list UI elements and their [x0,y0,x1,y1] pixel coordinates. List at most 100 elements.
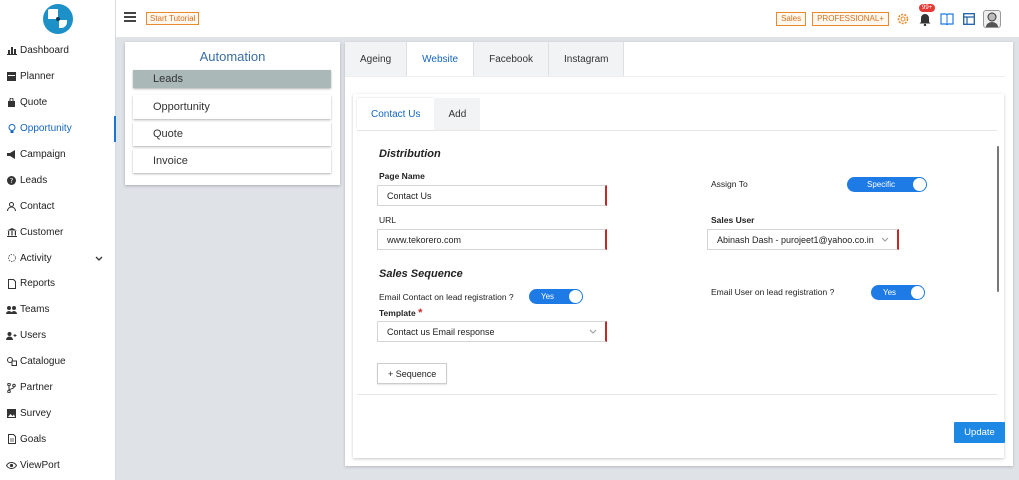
update-button[interactable]: Update [954,422,1005,443]
shapes-icon [6,356,17,367]
form-scrollbar[interactable] [997,146,999,292]
document-icon [6,278,17,289]
tab-instagram[interactable]: Instagram [549,42,625,76]
sidebar-item-label: ViewPort [20,459,60,471]
chevron-down-icon[interactable] [95,253,103,263]
settings-gear-icon[interactable] [895,11,911,27]
sidebar-item-catalogue[interactable]: Catalogue [0,349,115,375]
url-input[interactable]: www.tekorero.com [377,229,607,250]
sidebar-item-users[interactable]: Users [0,323,115,349]
required-marker: * [418,307,423,319]
sidebar-item-activity[interactable]: Activity [0,245,115,271]
automation-item-invoice[interactable]: Invoice [133,149,331,173]
sales-user-select[interactable]: Abinash Dash - purojeet1@yahoo.co.in [707,229,899,250]
automation-item-opportunity[interactable]: Opportunity [133,95,331,119]
sidebar-item-label: Activity [20,252,52,264]
sidebar-item-label: Survey [20,407,52,419]
form-subtabs: Contact Us Add [357,98,481,130]
sidebar-item-teams[interactable]: Teams [0,297,115,323]
sidebar-item-label: Users [20,330,47,342]
page-name-input[interactable]: Contact Us [377,185,607,206]
page-name-label: Page Name [379,171,425,181]
notification-badge: 99+ [919,4,936,12]
sidebar-item-contact[interactable]: Contact [0,193,115,219]
sidebar-item-label: Leads [20,174,48,186]
user-plus-icon [6,330,17,341]
email-user-toggle[interactable]: Yes [871,285,925,300]
top-header: Start Tutorial Sales PROFESSIONAL+ 99+ [116,0,1019,38]
sidebar-item-campaign[interactable]: Campaign [0,142,115,168]
bank-icon [6,227,17,238]
sidebar-item-dashboard[interactable]: Dashboard [0,38,115,64]
sidebar-item-leads[interactable]: ? Leads [0,167,115,193]
book-icon[interactable] [939,11,955,27]
template-label: Template * [379,307,422,319]
tab-website[interactable]: Website [407,42,475,76]
tab-ageing[interactable]: Ageing [345,42,408,76]
sidebar-item-label: Reports [20,278,56,290]
add-sequence-button[interactable]: + Sequence [377,363,448,384]
sidebar-item-quote[interactable]: Quote [0,90,115,116]
sidebar-item-label: Teams [20,304,50,316]
sidebar-item-goals[interactable]: Goals [0,426,115,452]
notification-bell-icon[interactable]: 99+ [917,4,936,27]
subtabs-divider [357,130,997,131]
menu-toggle-icon[interactable] [124,12,136,22]
form-divider [357,394,997,395]
assign-to-toggle[interactable]: Specific [847,177,927,192]
toggle-knob [913,178,926,191]
sidebar-item-label: Catalogue [20,356,66,368]
sidebar-item-label: Opportunity [20,123,72,135]
email-contact-toggle[interactable]: Yes [529,289,583,304]
sidebar-item-viewport[interactable]: ViewPort [0,452,115,478]
question-circle-icon: ? [6,175,17,186]
website-form-card: Contact Us Add Distribution Page Name Co… [353,94,1004,458]
sidebar-item-label: Planner [20,71,55,83]
subtab-add[interactable]: Add [434,98,481,130]
sidebar-item-label: Campaign [20,149,66,160]
tab-facebook[interactable]: Facebook [474,42,550,76]
subtab-contact-us[interactable]: Contact Us [357,98,435,130]
sidebar-item-customer[interactable]: Customer [0,219,115,245]
automation-item-leads[interactable]: Leads [133,70,331,88]
automation-title: Automation [199,49,266,64]
sidebar-item-opportunity[interactable]: Opportunity [0,115,116,142]
user-avatar[interactable] [983,10,1001,28]
sidebar-item-reports[interactable]: Reports [0,271,115,297]
email-contact-value: Yes [541,292,555,301]
sidebar-item-label: Quote [20,97,48,109]
sales-user-value: Abinash Dash - purojeet1@yahoo.co.in [717,234,874,245]
url-label: URL [379,215,397,225]
sidebar-item-label: Partner [20,382,53,394]
automation-panel: Automation Leads Opportunity Quote Invoi… [125,42,340,185]
assign-to-label: Assign To [711,179,748,189]
sidebar-item-partner[interactable]: Partner [0,375,115,401]
start-tutorial-button[interactable]: Start Tutorial [146,12,200,25]
layout-icon[interactable] [961,11,977,27]
sidebar-item-planner[interactable]: Planner [0,64,115,90]
person-icon [6,201,17,212]
email-user-value: Yes [883,288,897,297]
sidebar-item-label: Goals [20,433,47,445]
image-icon [6,408,17,419]
main-card: Ageing Website Facebook Instagram Contac… [345,42,1013,466]
sales-user-label: Sales User [711,215,755,225]
channel-tabs: Ageing Website Facebook Instagram [345,42,625,76]
automation-item-quote[interactable]: Quote [133,122,331,146]
gear-outline-icon [6,253,17,264]
chevron-down-icon [589,326,597,336]
app-logo[interactable] [0,0,116,38]
sales-tag[interactable]: Sales [776,12,807,26]
template-select[interactable]: Contact us Email response [377,321,607,342]
distribution-title: Distribution [379,148,441,160]
chevron-down-icon [881,234,889,244]
megaphone-icon [6,149,17,160]
svg-text:?: ? [10,177,14,185]
sidebar-item-survey[interactable]: Survey [0,400,115,426]
header-actions: Sales PROFESSIONAL+ 99+ [776,4,1001,28]
calendar-icon [6,71,17,82]
branch-icon [6,382,17,393]
plan-tag[interactable]: PROFESSIONAL+ [812,12,889,26]
toggle-knob [911,286,924,299]
logo-icon [43,4,73,34]
